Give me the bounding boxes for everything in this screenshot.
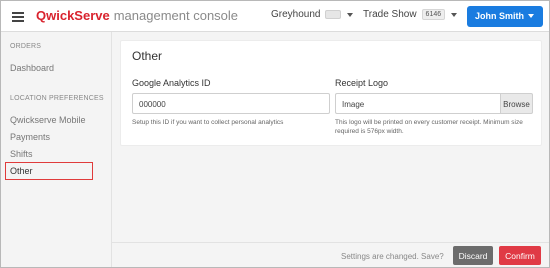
location-pill (325, 10, 342, 19)
ga-id-label: Google Analytics ID (132, 78, 211, 88)
sidebar-item-qwickserve-mobile[interactable]: Qwickserve Mobile (10, 115, 86, 125)
location-selector[interactable]: Greyhound (271, 9, 354, 20)
unsaved-changes-message: Settings are changed. Save? (341, 252, 444, 261)
top-navbar: QwickServe management console Greyhound T… (1, 1, 549, 32)
sidebar-item-payments[interactable]: Payments (10, 132, 50, 142)
app-window: QwickServe management console Greyhound T… (0, 0, 550, 268)
main-content: Other Google Analytics ID 000000 Setup t… (112, 32, 549, 267)
event-label: Trade Show (363, 9, 417, 20)
sidebar-item-dashboard[interactable]: Dashboard (10, 63, 54, 73)
save-bar: Settings are changed. Save? Discard Conf… (112, 242, 549, 267)
brand-logo: QwickServe (36, 8, 110, 23)
event-selector[interactable]: Trade Show 6146 (363, 9, 458, 20)
sidebar-item-other[interactable]: Other (5, 162, 93, 180)
receipt-logo-field: Image Browse (335, 93, 533, 114)
hamburger-menu-icon[interactable] (12, 12, 24, 22)
settings-card: Other Google Analytics ID 000000 Setup t… (120, 40, 542, 146)
sidebar: ORDERS Dashboard LOCATION PREFERENCES Qw… (1, 32, 112, 267)
ga-id-input[interactable]: 000000 (132, 93, 330, 114)
browse-button[interactable]: Browse (500, 93, 533, 114)
user-name: John Smith (475, 11, 524, 21)
chevron-down-icon (451, 12, 458, 17)
discard-button[interactable]: Discard (453, 246, 493, 265)
receipt-logo-label: Receipt Logo (335, 78, 389, 88)
brand-subtitle: management console (113, 8, 239, 23)
chevron-down-icon (528, 14, 534, 18)
sidebar-item-shifts[interactable]: Shifts (10, 149, 33, 159)
confirm-button[interactable]: Confirm (499, 246, 541, 265)
sidebar-section-location-preferences: LOCATION PREFERENCES (10, 95, 104, 102)
app-brand: QwickServe management console (36, 8, 238, 23)
event-id-badge: 6146 (421, 9, 446, 20)
chevron-down-icon (347, 12, 354, 17)
receipt-logo-input[interactable]: Image (335, 93, 500, 114)
sidebar-section-orders: ORDERS (10, 43, 42, 50)
card-title: Other (132, 49, 163, 63)
location-label: Greyhound (271, 9, 321, 20)
receipt-logo-help: This logo will be printed on every custo… (335, 119, 523, 135)
ga-id-help: Setup this ID if you want to collect per… (132, 119, 284, 126)
user-menu-button[interactable]: John Smith (467, 6, 543, 27)
